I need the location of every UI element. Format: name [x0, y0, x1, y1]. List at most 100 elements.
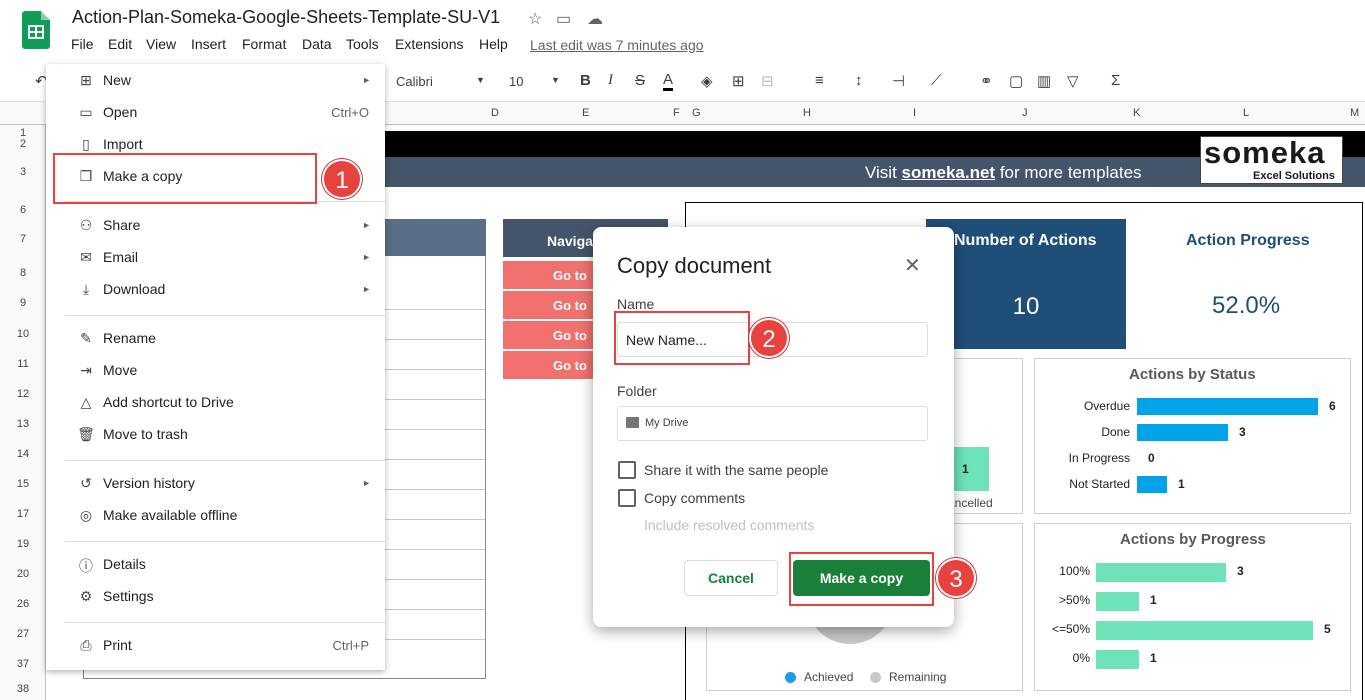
fill-color-icon[interactable]: ◈	[701, 72, 713, 90]
folder-label: Folder	[617, 383, 657, 399]
col-g[interactable]: G	[692, 107, 701, 119]
filter-icon[interactable]: ▽	[1067, 72, 1079, 90]
col-l[interactable]: L	[1243, 107, 1249, 119]
chevron-down-icon[interactable]: ▼	[476, 75, 485, 85]
submenu-arrow-icon: ►	[362, 252, 371, 262]
bold-icon[interactable]: B	[580, 72, 591, 89]
menu-item-label: Add shortcut to Drive	[103, 394, 234, 410]
menu-view[interactable]: View	[146, 36, 176, 52]
menu-item-email[interactable]: ✉ Email ►	[46, 245, 385, 271]
menu-format[interactable]: Format	[242, 36, 286, 52]
row-number[interactable]: 12	[0, 388, 46, 400]
row-number[interactable]: 26	[0, 598, 46, 610]
logo-text: someka	[1204, 135, 1326, 170]
row-number[interactable]: 13	[0, 418, 46, 430]
font-family-select[interactable]: Calibri	[396, 74, 433, 89]
highlight-name-field	[614, 311, 750, 365]
col-h[interactable]: H	[803, 107, 811, 119]
comment-icon[interactable]: ▢	[1009, 72, 1023, 90]
text-wrap-icon[interactable]: ⊣	[892, 72, 905, 90]
cloud-status-icon[interactable]: ☁	[587, 9, 603, 29]
text-rotate-icon[interactable]: ⟋	[931, 72, 942, 89]
strikethrough-icon[interactable]: S	[635, 72, 645, 89]
menu-item-move-to-trash[interactable]: 🗑 Move to trash	[46, 422, 385, 448]
row-number[interactable]: 6	[0, 204, 46, 216]
star-icon[interactable]: ☆	[528, 9, 542, 29]
share-checkbox[interactable]	[618, 461, 636, 479]
row-number[interactable]: 15	[0, 478, 46, 490]
col-e[interactable]: E	[582, 107, 589, 119]
row-number[interactable]: 9	[0, 297, 46, 309]
menu-item-move[interactable]: ⇥ Move	[46, 358, 385, 384]
row-number[interactable]: 3	[0, 166, 46, 178]
col-d[interactable]: D	[491, 107, 499, 119]
cancelled-label: ancelled	[948, 496, 993, 510]
row-number[interactable]: 7	[0, 233, 46, 245]
sheets-logo-icon[interactable]	[22, 11, 50, 49]
menu-item-download[interactable]: ⤓ Download ►	[46, 277, 385, 303]
kpi-number-of-actions: Number of Actions 10	[926, 219, 1126, 349]
menu-extensions[interactable]: Extensions	[395, 36, 463, 52]
menu-help[interactable]: Help	[479, 36, 508, 52]
functions-icon[interactable]: Σ	[1111, 72, 1120, 89]
row-number[interactable]: 10	[0, 328, 46, 340]
col-k[interactable]: K	[1133, 107, 1140, 119]
merge-cells-icon[interactable]: ⊟	[761, 72, 774, 90]
bar	[1137, 476, 1167, 493]
move-folder-icon[interactable]: ▭	[556, 9, 571, 29]
bar-value-label: 0	[1148, 451, 1155, 465]
menu-item-version-history[interactable]: ↺ Version history ►	[46, 471, 385, 497]
col-i[interactable]: I	[913, 107, 916, 119]
italic-icon[interactable]: I	[608, 72, 613, 89]
bar-category-label: Not Started	[1069, 477, 1130, 491]
chart-icon[interactable]: ▥	[1037, 72, 1051, 90]
menu-item-print[interactable]: ⎙ Print Ctrl+P	[46, 633, 385, 659]
row-number[interactable]: 20	[0, 568, 46, 580]
copy-comments-checkbox[interactable]	[618, 489, 636, 507]
someka-logo[interactable]: someka Excel Solutions	[1200, 135, 1343, 184]
row-number[interactable]: 11	[0, 358, 46, 370]
menu-tools[interactable]: Tools	[346, 36, 379, 52]
row-header: 1 2 3 6 7 8 9 10 11 12 13 14 15 17 19 20…	[0, 125, 46, 700]
folder-picker[interactable]: My Drive	[617, 406, 928, 441]
chart-actions-by-progress	[1034, 523, 1351, 691]
chevron-down-icon[interactable]: ▼	[551, 75, 560, 85]
row-number[interactable]: 8	[0, 267, 46, 279]
shortcut-label: Ctrl+O	[331, 105, 369, 120]
text-color-icon[interactable]: A	[663, 72, 674, 91]
font-size-select[interactable]: 10	[509, 74, 523, 89]
menu-data[interactable]: Data	[302, 36, 332, 52]
menu-item-details[interactable]: ⓘ Details	[46, 552, 385, 578]
row-number[interactable]: 2	[0, 138, 46, 150]
menu-item-settings[interactable]: ⚙ Settings	[46, 584, 385, 610]
menu-item-share[interactable]: ⚇ Share ►	[46, 213, 385, 239]
row-number[interactable]: 37	[0, 658, 46, 670]
menu-item-new[interactable]: ⊞ New ►	[46, 68, 385, 94]
menu-item-rename[interactable]: ✎ Rename	[46, 326, 385, 352]
row-number[interactable]: 19	[0, 538, 46, 550]
document-title[interactable]: Action-Plan-Someka-Google-Sheets-Templat…	[72, 7, 500, 28]
someka-link[interactable]: someka.net	[902, 163, 996, 182]
col-f[interactable]: F	[673, 107, 680, 119]
row-number[interactable]: 27	[0, 628, 46, 640]
menu-item-open[interactable]: ▭ Open Ctrl+O	[46, 100, 385, 126]
highlight-make-a-copy	[53, 153, 317, 204]
col-j[interactable]: J	[1022, 107, 1028, 119]
vertical-align-icon[interactable]: ↕	[855, 72, 863, 89]
link-icon[interactable]: ⚭	[980, 72, 993, 90]
borders-icon[interactable]: ⊞	[732, 72, 745, 90]
menu-edit[interactable]: Edit	[108, 36, 132, 52]
menu-file[interactable]: File	[71, 36, 94, 52]
row-number[interactable]: 14	[0, 448, 46, 460]
bar-category-label: Done	[1101, 425, 1130, 439]
row-number[interactable]: 38	[0, 683, 46, 695]
align-left-icon[interactable]: ≡	[815, 72, 824, 89]
menu-insert[interactable]: Insert	[191, 36, 226, 52]
cancel-button[interactable]: Cancel	[684, 560, 778, 596]
col-m[interactable]: M	[1350, 107, 1359, 119]
row-number[interactable]: 17	[0, 508, 46, 520]
last-edit-link[interactable]: Last edit was 7 minutes ago	[530, 37, 704, 53]
close-icon[interactable]: ✕	[904, 253, 921, 278]
menu-item-add-shortcut[interactable]: △ Add shortcut to Drive	[46, 390, 385, 416]
menu-item-offline[interactable]: ◎ Make available offline	[46, 503, 385, 529]
